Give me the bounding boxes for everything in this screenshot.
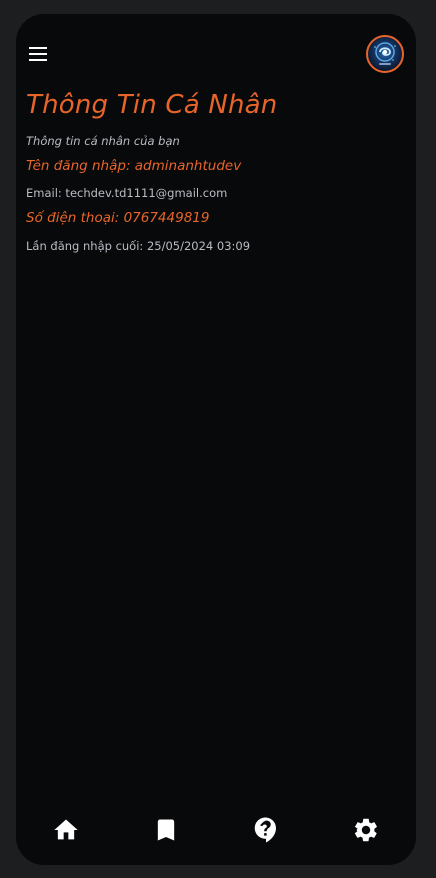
nav-help[interactable]: [246, 810, 286, 850]
top-bar: [16, 14, 416, 84]
home-icon: [54, 819, 78, 840]
username-text: Tên đăng nhập: adminanhtudev: [26, 158, 242, 174]
profile-section: Thông Tin Cá Nhân Thông tin cá nhân của …: [26, 86, 406, 254]
page-title: Thông Tin Cá Nhân: [26, 90, 278, 120]
help-icon: [254, 817, 276, 843]
bookmark-icon: [157, 819, 175, 841]
app-screen: Thông Tin Cá Nhân Thông tin cá nhân của …: [16, 14, 416, 865]
avatar-logo-icon: [374, 42, 396, 65]
profile-subtitle: Thông tin cá nhân của bạn: [26, 134, 180, 148]
menu-line: [29, 59, 47, 61]
phone-text: Số điện thoại: 0767449819: [26, 210, 210, 226]
bottom-navigation: [16, 810, 416, 850]
hamburger-menu-icon[interactable]: [26, 44, 50, 64]
nav-bookmark[interactable]: [146, 810, 186, 850]
user-avatar[interactable]: [366, 35, 404, 73]
nav-home[interactable]: [46, 810, 86, 850]
nav-settings[interactable]: [346, 810, 386, 850]
menu-line: [29, 47, 47, 49]
settings-icon: [354, 818, 377, 842]
menu-line: [29, 53, 47, 55]
last-login-text: Lần đăng nhập cuối: 25/05/2024 03:09: [26, 239, 251, 253]
email-text: Email: techdev.td1111@gmail.com: [26, 186, 228, 200]
